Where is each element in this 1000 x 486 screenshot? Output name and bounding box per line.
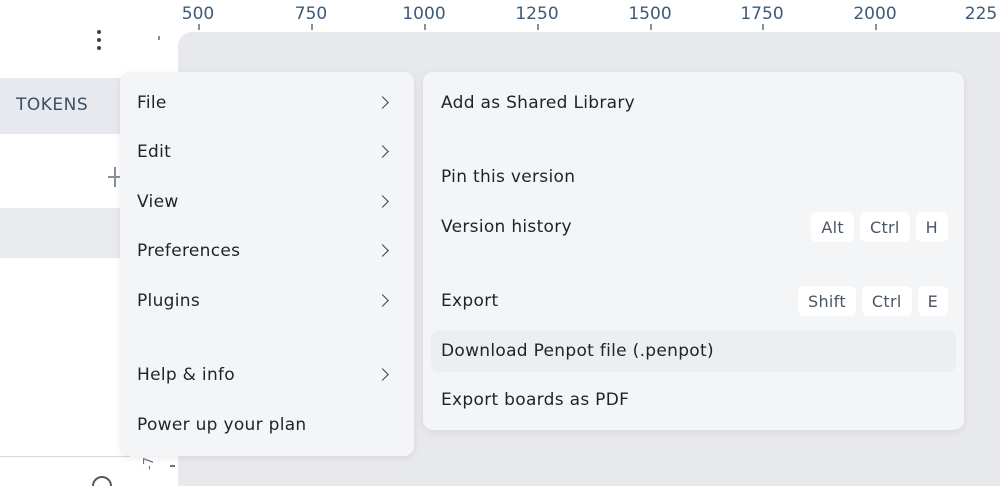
menu-item-export-boards-pdf[interactable]: Export boards as PDF [431, 379, 956, 421]
ruler-tick [198, 24, 200, 30]
ruler-label: 1250 [515, 4, 559, 24]
tab-tokens-label: TOKENS [16, 95, 89, 115]
menu-item-power-up-plan[interactable]: Power up your plan [128, 404, 406, 446]
menu-item-label: Help & info [137, 365, 236, 385]
chevron-right-icon [378, 96, 388, 110]
ruler-origin-mark [158, 36, 160, 40]
menu-item-label: Download Penpot file (.penpot) [441, 341, 714, 361]
ruler-tick [424, 24, 426, 30]
shortcut-keys: Shift Ctrl E [798, 286, 948, 316]
ruler-tick [762, 24, 764, 30]
menu-item-export[interactable]: Export Shift Ctrl E [431, 280, 956, 322]
menu-item-label: Edit [137, 142, 172, 162]
ruler-label: 500 [181, 4, 215, 24]
menu-item-label: File [137, 93, 167, 113]
ruler-label: 1500 [628, 4, 672, 24]
vertical-ruler-tick [170, 465, 175, 467]
menu-item-label: Export boards as PDF [441, 390, 630, 410]
menu-item-version-history[interactable]: Version history Alt Ctrl H [431, 206, 956, 248]
main-menu: File Edit View Preferences Plugins Help … [120, 72, 414, 456]
menu-item-file[interactable]: File [128, 82, 406, 124]
menu-item-view[interactable]: View [128, 181, 406, 223]
divider [0, 456, 130, 457]
ruler-label: 750 [294, 4, 328, 24]
search-icon[interactable] [92, 476, 112, 486]
menu-item-add-shared-library[interactable]: Add as Shared Library [431, 82, 956, 124]
menu-item-pin-version[interactable]: Pin this version [431, 156, 956, 198]
file-submenu: Add as Shared Library Pin this version V… [423, 72, 964, 430]
ruler-tick [875, 24, 877, 30]
menu-item-help-info[interactable]: Help & info [128, 354, 406, 396]
ruler-label: 1000 [402, 4, 446, 24]
menu-item-download-penpot-file[interactable]: Download Penpot file (.penpot) [431, 330, 956, 372]
shortcut-key: E [917, 286, 948, 316]
menu-item-label: Preferences [137, 241, 241, 261]
menu-item-label: View [137, 192, 179, 212]
menu-item-label: Add as Shared Library [441, 93, 635, 113]
ruler-tick [311, 24, 313, 30]
menu-item-edit[interactable]: Edit [128, 131, 406, 173]
menu-item-label: Export [441, 291, 499, 311]
chevron-right-icon [378, 195, 388, 209]
menu-item-label: Version history [441, 217, 572, 237]
sidebar-selected-row[interactable] [0, 208, 130, 258]
chevron-right-icon [378, 368, 388, 382]
ruler-tick [650, 24, 652, 30]
horizontal-ruler: 500 750 1000 1250 1500 1750 2000 225 [178, 0, 1000, 32]
shortcut-keys: Alt Ctrl H [811, 212, 948, 242]
ruler-tick [537, 24, 539, 30]
shortcut-key: Shift [798, 286, 856, 316]
penpot-workspace: TOKENS -750 500 750 1000 1250 1500 1750 … [0, 0, 1000, 486]
ruler-label: 1750 [740, 4, 784, 24]
menu-item-label: Power up your plan [137, 415, 307, 435]
menu-item-plugins[interactable]: Plugins [128, 280, 406, 322]
menu-item-preferences[interactable]: Preferences [128, 230, 406, 272]
menu-item-label: Plugins [137, 291, 200, 311]
shortcut-key: Alt [811, 212, 854, 242]
shortcut-key: H [915, 212, 948, 242]
chevron-right-icon [378, 244, 388, 258]
menu-item-label: Pin this version [441, 167, 576, 187]
ruler-label: 2000 [853, 4, 897, 24]
chevron-right-icon [378, 145, 388, 159]
more-options-icon[interactable] [88, 28, 110, 52]
ruler-label: 225 [964, 4, 998, 24]
shortcut-key: Ctrl [861, 286, 912, 316]
chevron-right-icon [378, 294, 388, 308]
shortcut-key: Ctrl [859, 212, 910, 242]
